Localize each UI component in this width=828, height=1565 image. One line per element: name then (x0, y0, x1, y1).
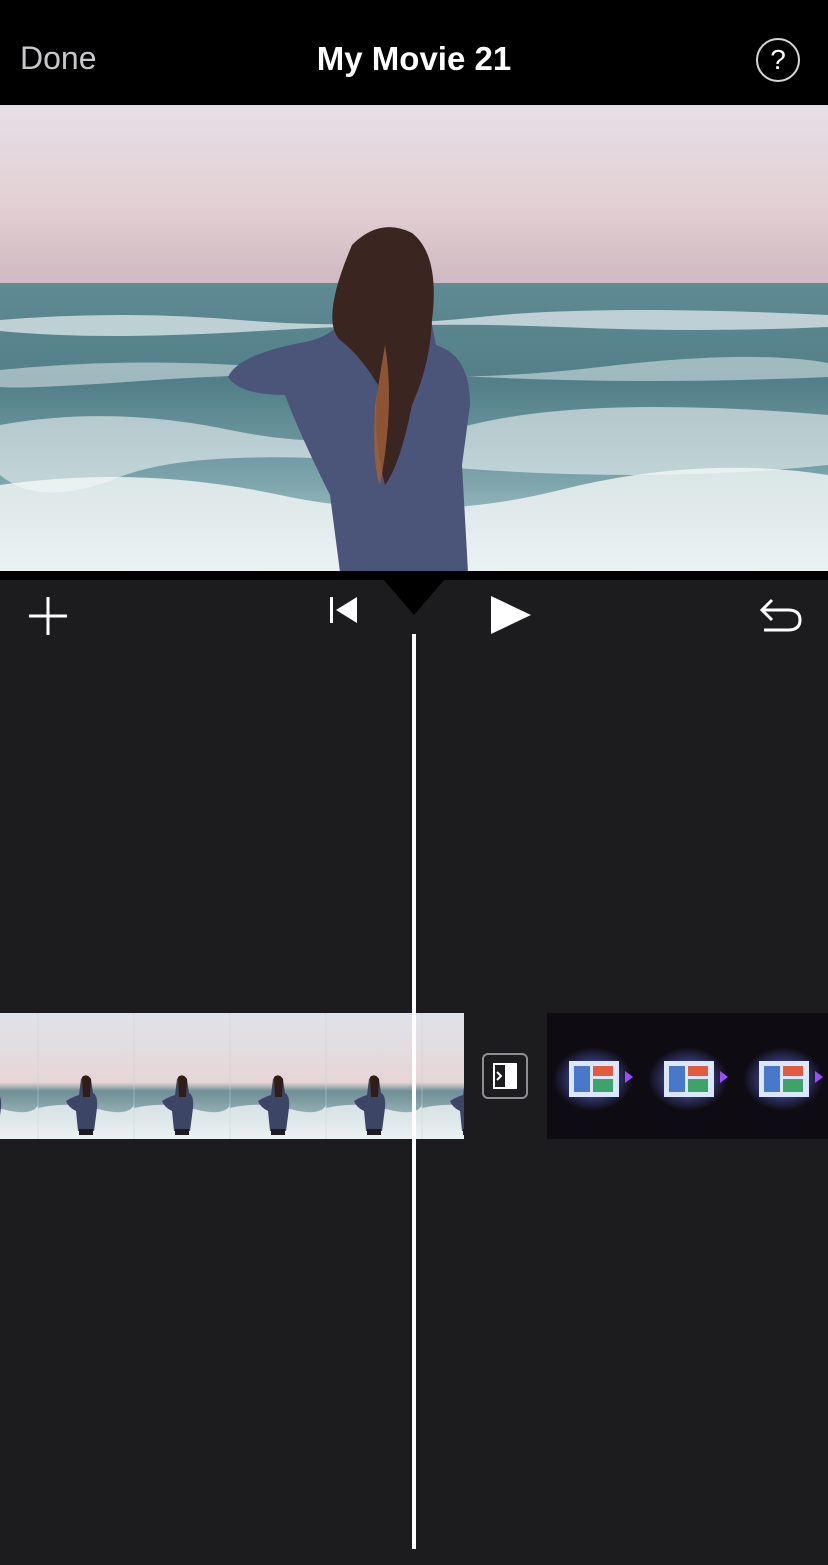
plus-icon (29, 597, 67, 635)
clip-thumbnails (0, 1013, 464, 1139)
undo-button[interactable] (756, 592, 804, 634)
transition-icon (493, 1063, 517, 1089)
add-media-button[interactable] (26, 594, 70, 638)
play-icon (491, 596, 531, 634)
timeline-clip-screen[interactable] (547, 1013, 828, 1139)
playhead-marker (383, 579, 445, 615)
skip-to-start-icon (330, 597, 357, 623)
clip-thumbnails-screen (547, 1013, 828, 1139)
video-frame (0, 105, 828, 572)
timeline-clip-beach[interactable] (0, 1013, 464, 1139)
top-bar: Done My Movie 21 ? (0, 0, 828, 105)
video-preview[interactable] (0, 105, 828, 572)
play-button[interactable] (488, 594, 534, 636)
skip-to-start-button[interactable] (326, 594, 360, 626)
undo-icon (759, 598, 802, 632)
transition-button[interactable] (482, 1053, 528, 1099)
project-title: My Movie 21 (316, 40, 512, 77)
help-button[interactable]: ? (756, 38, 800, 82)
playhead-line[interactable] (412, 634, 416, 1549)
done-button[interactable]: Done (20, 40, 97, 77)
